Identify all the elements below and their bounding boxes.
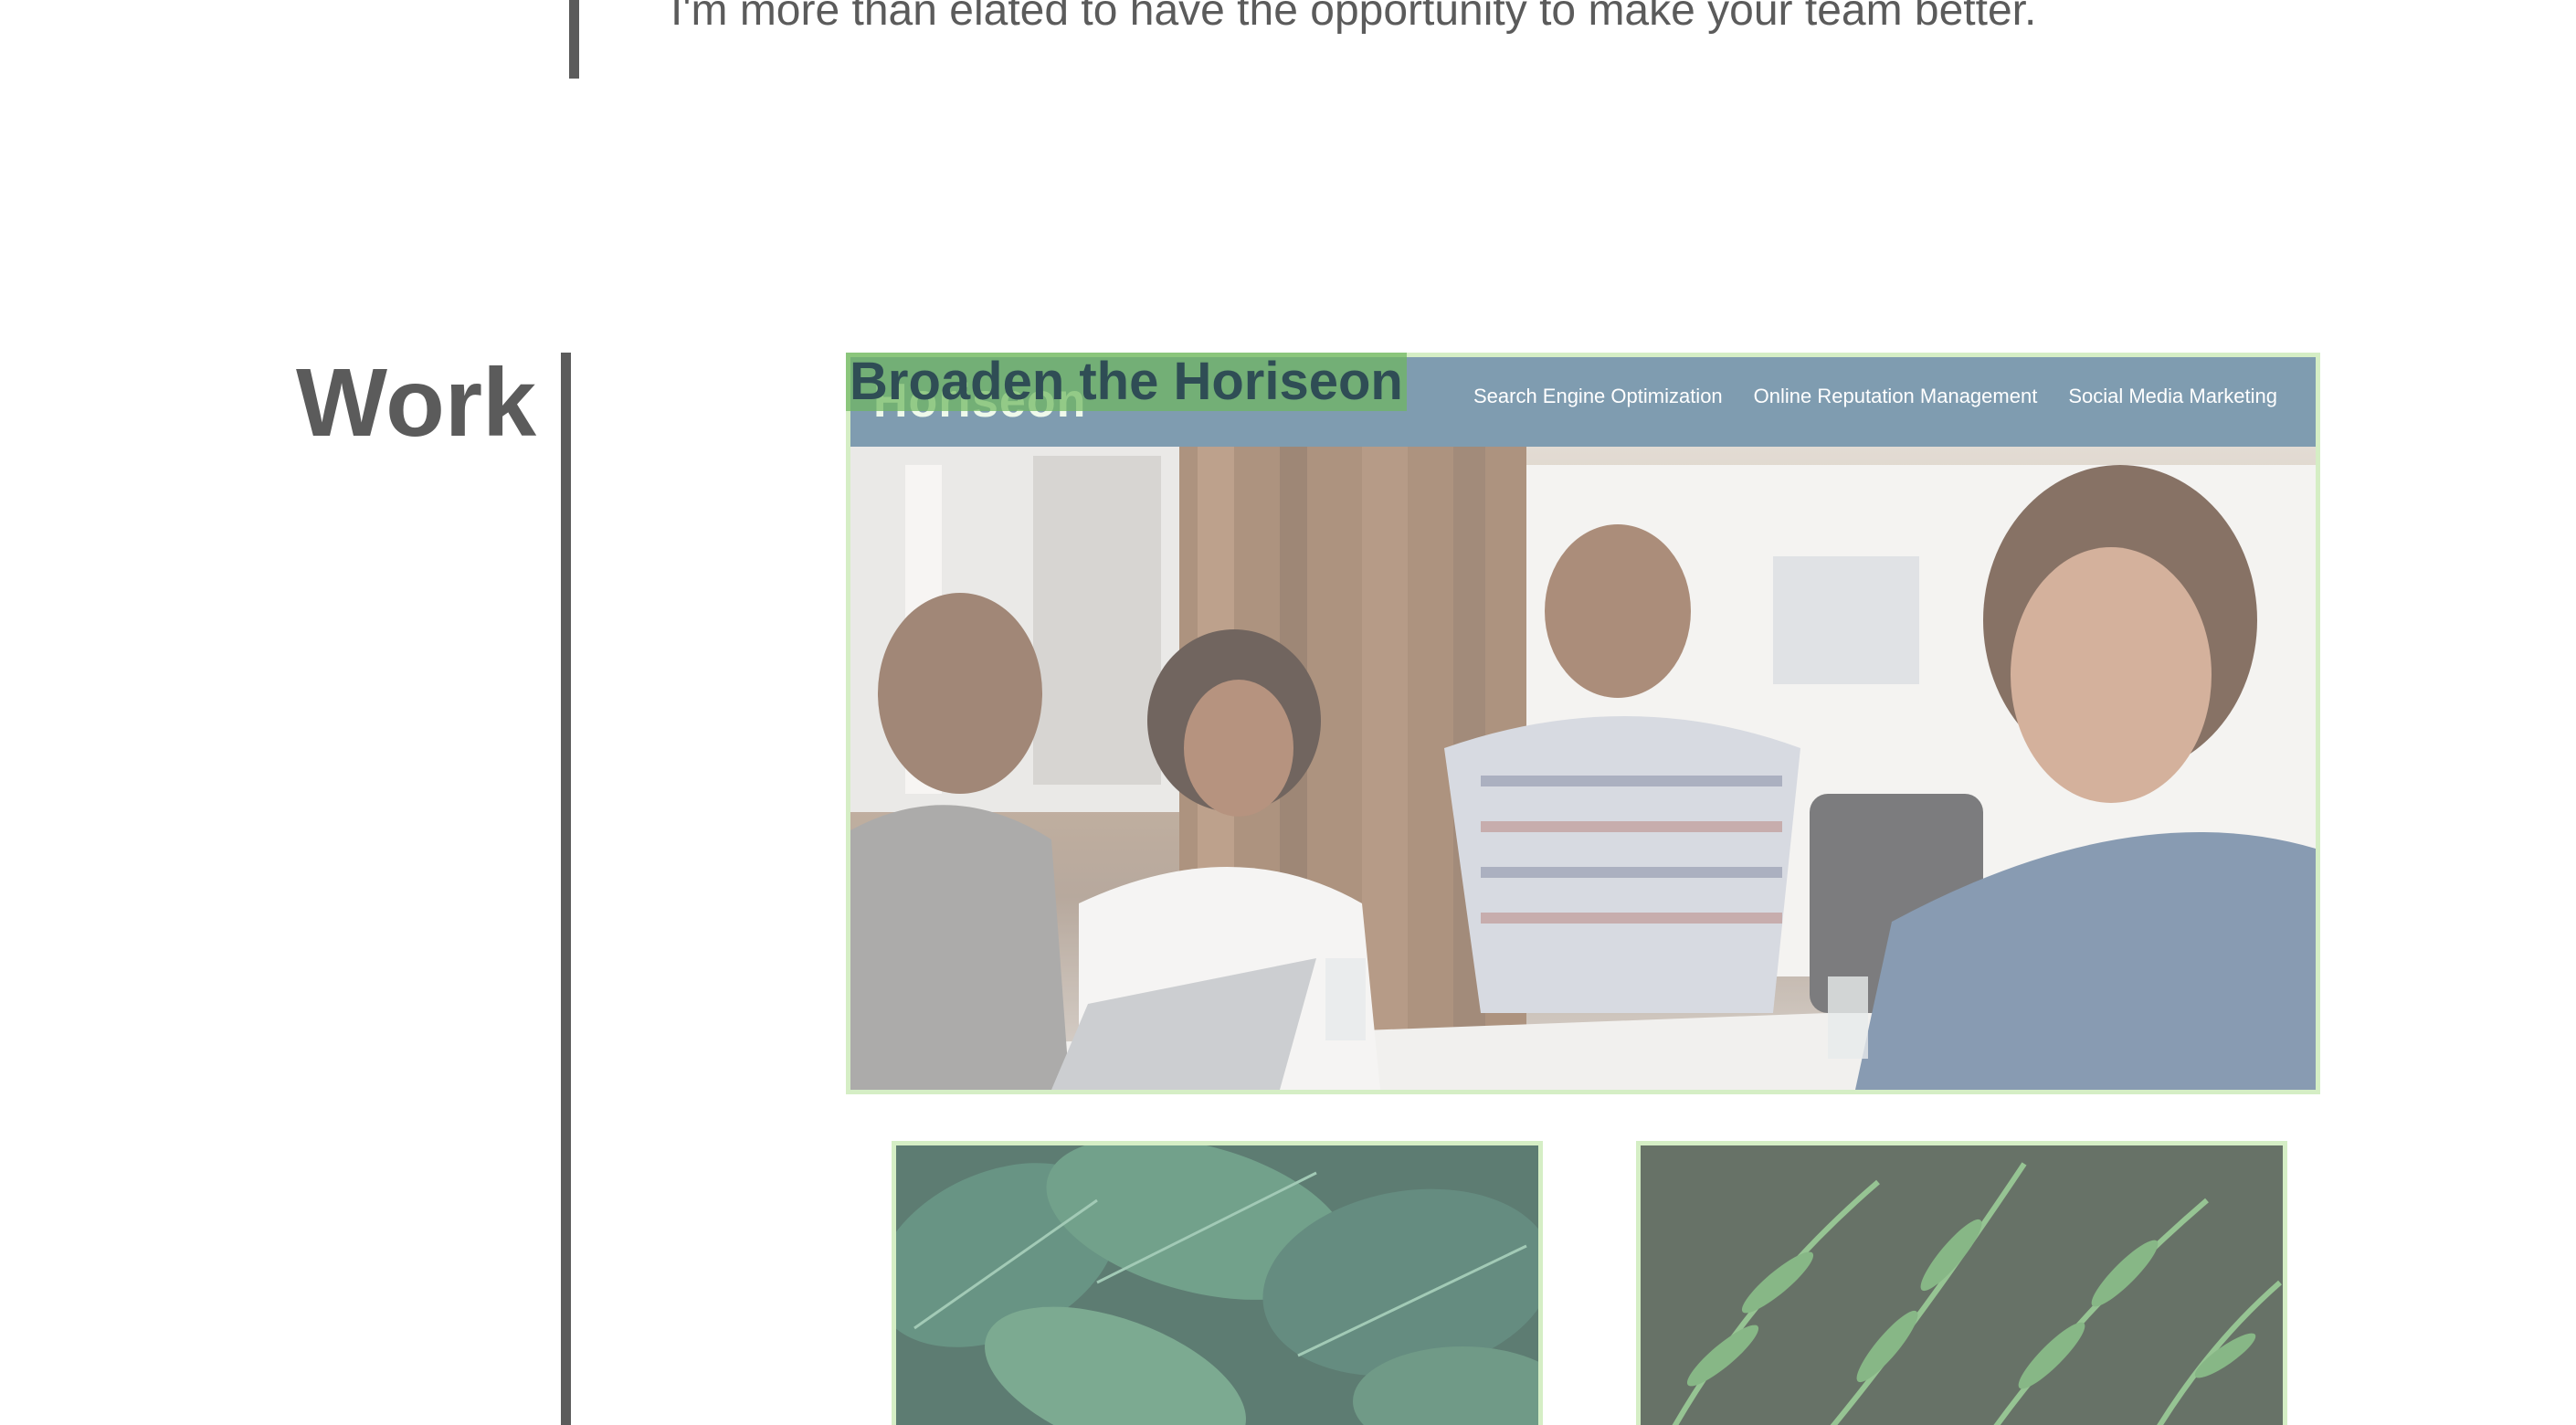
page: I'm more than elated to have the opportu… [0,0,2576,1425]
featured-project-title[interactable]: Broaden the Horiseon [846,353,1407,411]
project-screenshot-nav-item: Online Reputation Management [1753,385,2038,407]
fern-leaves-image [1641,1145,2283,1425]
tropical-leaves-icon [896,1145,1538,1425]
tropical-leaves-image [896,1145,1538,1425]
fern-leaves-icon [1641,1145,2283,1425]
project-card-3[interactable] [1636,1141,2287,1425]
about-section-divider [569,0,579,79]
about-text: I'm more than elated to have the opportu… [670,0,2037,35]
work-section-divider [561,353,571,1425]
work-heading: Work [296,349,537,457]
project-screenshot-nav-item: Social Media Marketing [2068,385,2277,407]
project-screenshot-nav: Search Engine Optimization Online Reputa… [1473,385,2277,408]
featured-project-card[interactable]: Horiseon Search Engine Optimization Onli… [846,353,2320,1094]
meeting-photo-icon [850,447,2316,1090]
meeting-photo-image [850,447,2316,1090]
project-screenshot-nav-item: Search Engine Optimization [1473,385,1723,407]
project-card-2[interactable] [892,1141,1543,1425]
